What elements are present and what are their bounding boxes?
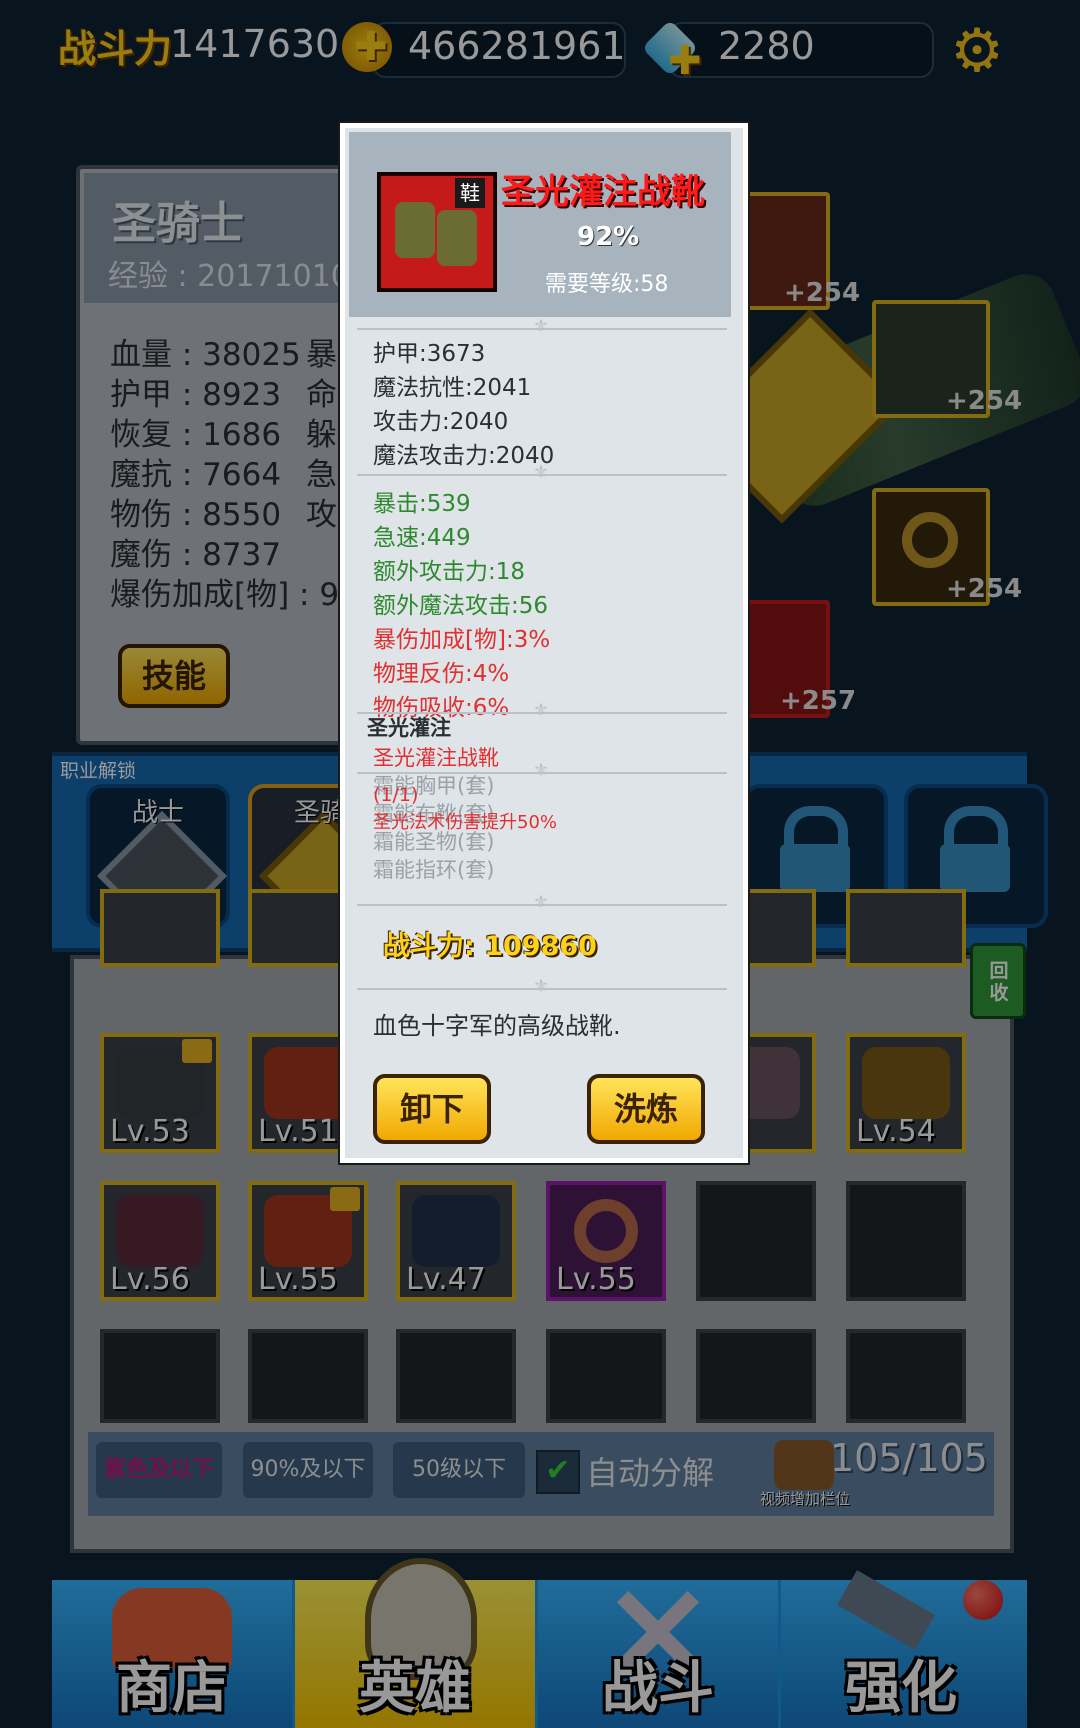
base-stat: 攻击力:2040 bbox=[373, 409, 509, 435]
fleur-icon: ⚜ bbox=[532, 892, 550, 913]
bonus-stat: 额外攻击力:18 bbox=[373, 559, 526, 585]
refine-button[interactable]: 洗炼 bbox=[587, 1074, 705, 1144]
item-power: 战斗力: 109860 bbox=[383, 931, 597, 962]
slot-badge: 鞋 bbox=[455, 178, 485, 208]
fleur-icon: ⚜ bbox=[532, 760, 550, 781]
special-stat: 暴伤加成[物]:3% bbox=[373, 627, 551, 653]
set-item: 霜能指环(套) bbox=[373, 858, 495, 882]
bonus-stat: 额外魔法攻击:56 bbox=[373, 593, 549, 619]
fleur-icon: ⚜ bbox=[532, 700, 550, 721]
boots-icon-part bbox=[437, 210, 477, 266]
fleur-icon: ⚜ bbox=[532, 976, 550, 997]
base-stat: 魔法抗性:2041 bbox=[373, 375, 532, 401]
item-quality: 92% bbox=[577, 222, 640, 252]
set-name: 圣光灌注 bbox=[367, 716, 451, 740]
item-tooltip: 鞋 圣光灌注战靴 92% 需要等级:58 ⚜ 护甲:3673 魔法抗性:2041… bbox=[340, 123, 748, 1163]
set-count: (1/1) bbox=[373, 784, 419, 806]
special-stat: 物理反伤:4% bbox=[373, 661, 510, 687]
set-item-owned: 圣光灌注战靴 bbox=[373, 746, 499, 770]
item-description: 血色十字军的高级战靴. bbox=[373, 1012, 621, 1040]
item-required-level: 需要等级:58 bbox=[545, 272, 669, 297]
item-name: 圣光灌注战靴 bbox=[501, 172, 705, 212]
bonus-stat: 急速:449 bbox=[373, 525, 471, 551]
boots-icon bbox=[395, 202, 435, 258]
base-stat: 护甲:3673 bbox=[373, 341, 486, 367]
tooltip-header: 鞋 圣光灌注战靴 92% 需要等级:58 bbox=[349, 132, 731, 317]
fleur-icon: ⚜ bbox=[532, 462, 550, 483]
base-stat: 魔法攻击力:2040 bbox=[373, 443, 555, 469]
bonus-stat: 暴击:539 bbox=[373, 491, 471, 517]
item-icon-frame: 鞋 bbox=[377, 172, 497, 292]
set-bonus: 圣光法术伤害提升50% bbox=[373, 812, 558, 833]
fleur-icon: ⚜ bbox=[532, 316, 550, 337]
unequip-button[interactable]: 卸下 bbox=[373, 1074, 491, 1144]
